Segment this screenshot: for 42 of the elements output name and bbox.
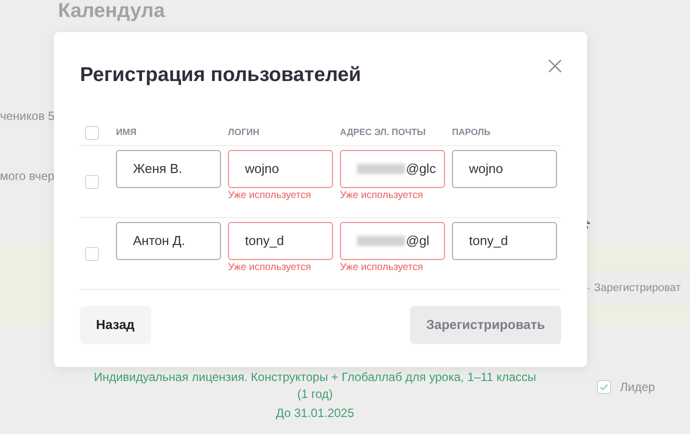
license-title: Индивидуальная лицензия. Конструкторы + Глобаллаб для урока, 1–11 классы [94,369,536,386]
input-field[interactable]: Женя В. [116,150,221,188]
field-value: tony_d [245,232,284,250]
field-value: Антон Д. [133,232,186,250]
page-text: мого вчер [0,168,54,185]
field-value: @gl [406,232,430,250]
dialog-title: Регистрация пользователей [80,63,362,88]
input-field[interactable]: wojno [452,150,557,188]
input-field[interactable]: tony_d [228,222,333,260]
action-label: Зарегистрироват [594,280,681,296]
license-term: (1 год) [297,386,333,403]
column-header: ЛОГИН [228,126,260,140]
checkbox[interactable] [85,175,99,189]
role-label: Лидер [620,379,655,396]
error-message: Уже используется [228,262,312,274]
license-date: До 31.01.2025 [276,405,354,422]
close-icon [548,59,562,73]
page-heading: Календула [58,0,165,24]
check-icon [599,382,609,392]
column-header: ПАРОЛЬ [452,126,492,140]
field-value: Женя В. [133,160,182,178]
blurred-text [357,236,405,246]
column-header: ИМЯ [116,126,138,140]
input-field[interactable]: wojno [228,150,333,188]
field-value: wojno [245,160,279,178]
error-message: Уже используется [228,190,312,202]
checkbox[interactable] [85,126,99,140]
blurred-text [357,164,405,174]
input-field[interactable]: @glc [340,150,445,188]
dialog-button[interactable]: Назад [80,306,151,344]
field-value: tony_d [469,232,508,250]
checkbox[interactable] [85,247,99,261]
input-field[interactable]: tony_d [452,222,557,260]
input-field[interactable]: Антон Д. [116,222,221,260]
field-value: @glc [406,160,436,178]
error-message: Уже используется [340,190,424,202]
column-header: АДРЕС ЭЛ. ПОЧТЫ [340,126,427,140]
error-message: Уже используется [340,262,424,274]
page-text: чеников 5 [0,108,55,125]
input-field[interactable]: @gl [340,222,445,260]
field-value: wojno [469,160,503,178]
checkbox[interactable] [597,380,611,394]
